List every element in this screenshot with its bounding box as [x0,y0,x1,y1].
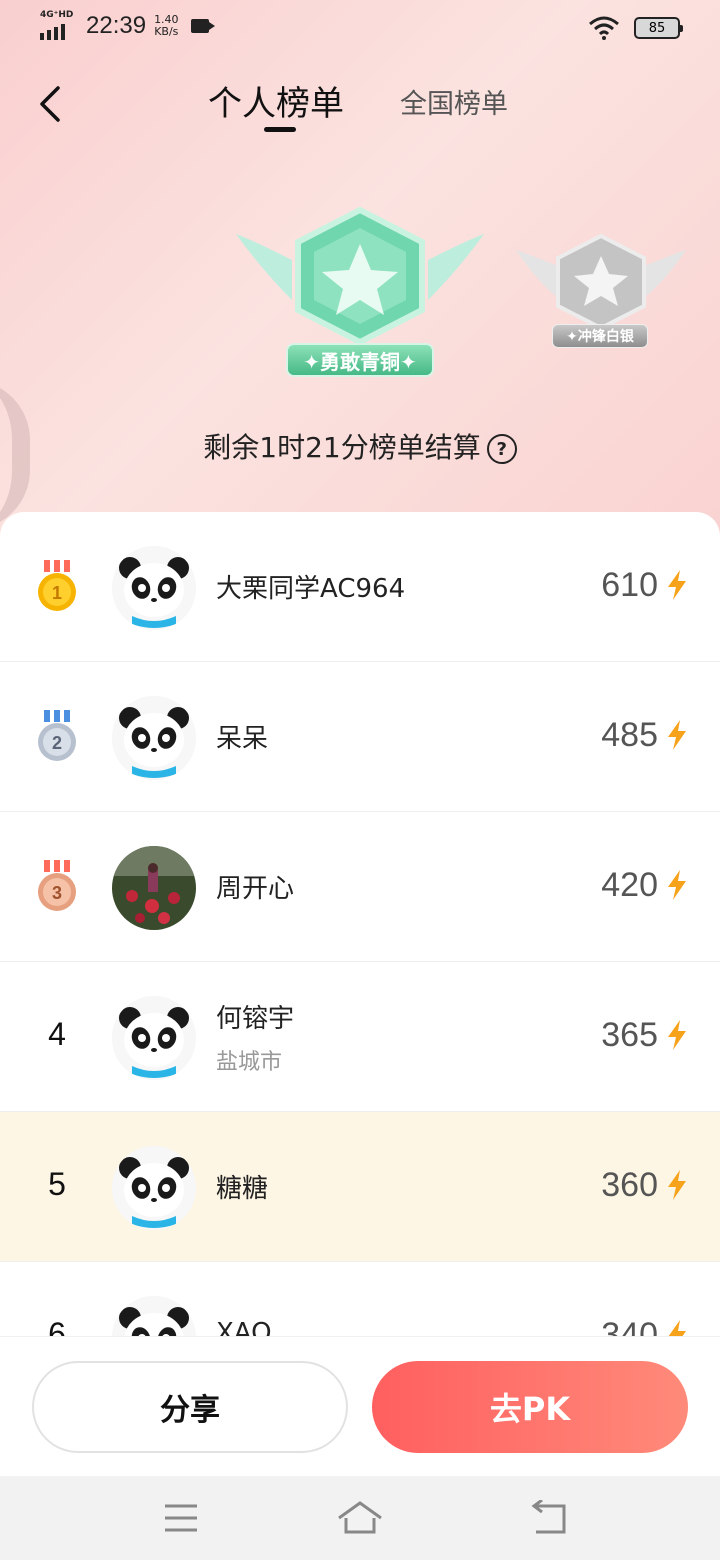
home-icon[interactable] [336,1500,384,1536]
lightning-icon [668,1170,686,1200]
next-tier-badge: ✦冲锋白银 [514,232,688,356]
menu-icon[interactable] [162,1500,200,1536]
status-bar: 4G⁺HD 22:39 1.40 KB/s 85 [0,0,720,60]
tab-personal-ranking[interactable]: 个人榜单 [208,76,344,125]
share-button[interactable]: 分享 [32,1361,348,1453]
svg-text:2: 2 [52,733,62,753]
ranking-row[interactable]: 4 何镕宇 盐城市 365 [0,962,720,1112]
rank-number: 5 [48,1166,66,1202]
ranking-row[interactable]: 6 XAO 340 [0,1262,720,1336]
user-score: 485 [601,716,658,754]
ranking-list[interactable]: 1 大栗同学AC964 610 2 呆呆 485 3 周开心 420 4 何镕宇… [0,512,720,1336]
ranking-row-current-user[interactable]: 5 糖糖 360 [0,1112,720,1262]
wifi-icon [589,16,619,40]
lightning-icon [668,570,686,600]
screen-record-icon [190,19,215,33]
current-tier-badge: ✦勇敢青铜✦ [232,200,488,390]
ranking-row[interactable]: 2 呆呆 485 [0,662,720,812]
winged-star-icon [516,233,686,331]
user-score: 420 [601,866,658,904]
avatar[interactable] [112,696,196,780]
user-name: 周开心 [216,874,295,904]
avatar[interactable] [112,546,196,630]
avatar[interactable] [112,1146,196,1230]
rank-number: 6 [48,1316,66,1336]
ranking-row[interactable]: 3 周开心 420 [0,812,720,962]
lightning-icon [668,720,686,750]
avatar[interactable] [112,996,196,1080]
tab-active-indicator [264,127,296,132]
silver-medal-icon: 2 [38,710,76,761]
gold-medal-icon: 1 [38,560,76,611]
user-name: 大栗同学AC964 [216,574,406,604]
lightning-icon [668,1020,686,1050]
clock: 22:39 [86,12,147,39]
ranking-row[interactable]: 1 大栗同学AC964 610 [0,512,720,662]
battery-icon: 85 [634,17,683,39]
current-tier-label: ✦勇敢青铜✦ [286,343,434,377]
svg-text:1: 1 [52,583,62,603]
user-location: 盐城市 [216,1050,283,1075]
user-score: 610 [601,566,658,604]
system-navigation-bar [0,1476,720,1560]
network-type: 4G⁺HD [40,10,74,20]
lightning-icon [668,870,686,900]
lightning-icon [668,1320,686,1336]
user-score: 360 [601,1166,658,1204]
tab-national-ranking[interactable]: 全国榜单 [400,82,508,121]
user-score: 365 [601,1016,658,1054]
svg-text:3: 3 [52,883,62,903]
network-speed: 1.40 KB/s [154,13,179,38]
next-tier-label: ✦冲锋白银 [552,324,648,348]
back-icon[interactable] [28,80,76,128]
settlement-countdown: 剩余1时21分榜单结算? [0,426,720,466]
bronze-medal-icon: 3 [38,860,76,911]
action-bar: 分享 去PK [0,1336,720,1476]
user-name: XAO [216,1318,272,1336]
back-nav-icon[interactable] [528,1500,568,1536]
pk-button[interactable]: 去PK [372,1361,688,1453]
user-name: 糖糖 [216,1174,269,1204]
avatar[interactable] [112,1296,196,1336]
user-name: 何镕宇 [216,1004,295,1034]
user-name: 呆呆 [216,724,269,754]
signal-icon: 4G⁺HD [40,10,78,40]
user-score: 340 [601,1316,658,1336]
help-icon[interactable]: ? [486,434,517,464]
photo-avatar[interactable] [112,846,196,930]
rank-number: 4 [48,1016,66,1052]
